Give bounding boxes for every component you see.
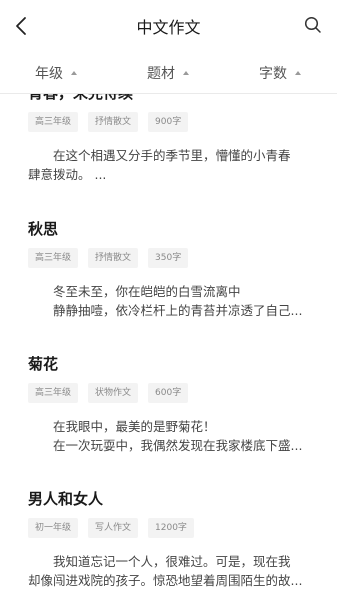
article-excerpt: 在我眼中，最美的是野菊花！ 在一次玩耍中，我偶然发现在我家楼底下盛...: [28, 417, 318, 455]
article-list[interactable]: 青春，未完待续 高三年级 抒情散文 900字 在这个相遇又分手的季节里，懵懂的小…: [0, 94, 337, 600]
article-excerpt: 冬至未至，你在皑皑的白雪流离中 静静抽噎，依冷栏杆上的青苔并凉透了自己...: [28, 282, 318, 320]
grade-tag: 高三年级: [28, 248, 79, 268]
article-title: 秋思: [28, 220, 59, 238]
grade-tag: 高三年级: [28, 383, 79, 403]
article-tags: 初一年级 写人作文 1200字: [28, 518, 318, 538]
excerpt-line: 冬至未至，你在皑皑的白雪流离中: [53, 284, 241, 299]
filter-word-count[interactable]: 字数: [259, 63, 301, 83]
word-count-tag: 900字: [148, 112, 189, 132]
word-count-tag: 1200字: [148, 518, 194, 538]
grade-tag: 初一年级: [28, 518, 79, 538]
app-header: 中文作文: [0, 0, 337, 52]
genre-tag: 状物作文: [88, 383, 139, 403]
caret-up-icon: [183, 71, 189, 75]
filter-grade[interactable]: 年级: [35, 63, 77, 83]
article-card[interactable]: 菊花 高三年级 状物作文 600字 在我眼中，最美的是野菊花！ 在一次玩耍中，我…: [28, 353, 318, 455]
article-card[interactable]: 男人和女人 初一年级 写人作文 1200字 我知道忘记一个人，很难过。可是，现在…: [28, 488, 318, 590]
article-title: 青春，未完待续: [28, 94, 318, 104]
excerpt-line: 我知道忘记一个人，很难过。可是，现在我: [53, 554, 291, 569]
caret-up-icon: [71, 71, 77, 75]
genre-tag: 写人作文: [88, 518, 139, 538]
word-count-tag: 600字: [148, 383, 189, 403]
search-icon[interactable]: [304, 16, 322, 34]
excerpt-line: 在一次玩耍中，我偶然发现在我家楼底下盛...: [53, 438, 303, 453]
genre-tag: 抒情散文: [88, 248, 139, 268]
caret-up-icon: [295, 71, 301, 75]
excerpt-line: 在我眼中，最美的是野菊花！: [53, 419, 216, 434]
filter-word-count-label: 字数: [259, 66, 287, 82]
article-card[interactable]: 秋思 高三年级 抒情散文 350字 冬至未至，你在皑皑的白雪流离中 静静抽噎，依…: [28, 218, 318, 320]
excerpt-line: 肆意拨动。 ...: [28, 167, 107, 182]
excerpt-line: 在这个相遇又分手的季节里，懵懂的小青春: [53, 148, 291, 163]
article-title: 菊花: [28, 355, 59, 373]
article-tags: 高三年级 抒情散文 350字: [28, 248, 318, 268]
filter-bar: 年级 题材 字数: [0, 52, 337, 94]
filter-genre[interactable]: 题材: [147, 63, 189, 83]
article-title: 男人和女人: [28, 490, 104, 508]
grade-tag: 高三年级: [28, 112, 79, 132]
article-card[interactable]: 青春，未完待续 高三年级 抒情散文 900字 在这个相遇又分手的季节里，懵懂的小…: [28, 94, 318, 184]
filter-genre-label: 题材: [147, 66, 175, 82]
article-tags: 高三年级 抒情散文 900字: [28, 112, 318, 132]
article-tags: 高三年级 状物作文 600字: [28, 383, 318, 403]
filter-grade-label: 年级: [35, 66, 63, 82]
word-count-tag: 350字: [148, 248, 189, 268]
article-excerpt: 我知道忘记一个人，很难过。可是，现在我 却像闯进戏院的孩子。惊恐地望着周围陌生的…: [28, 552, 318, 590]
excerpt-line: 静静抽噎，依冷栏杆上的青苔并凉透了自己...: [53, 303, 303, 318]
genre-tag: 抒情散文: [88, 112, 139, 132]
excerpt-line: 却像闯进戏院的孩子。惊恐地望着周围陌生的故...: [28, 573, 303, 588]
article-excerpt: 在这个相遇又分手的季节里，懵懂的小青春 肆意拨动。 ...: [28, 146, 318, 184]
page-title: 中文作文: [136, 18, 201, 37]
